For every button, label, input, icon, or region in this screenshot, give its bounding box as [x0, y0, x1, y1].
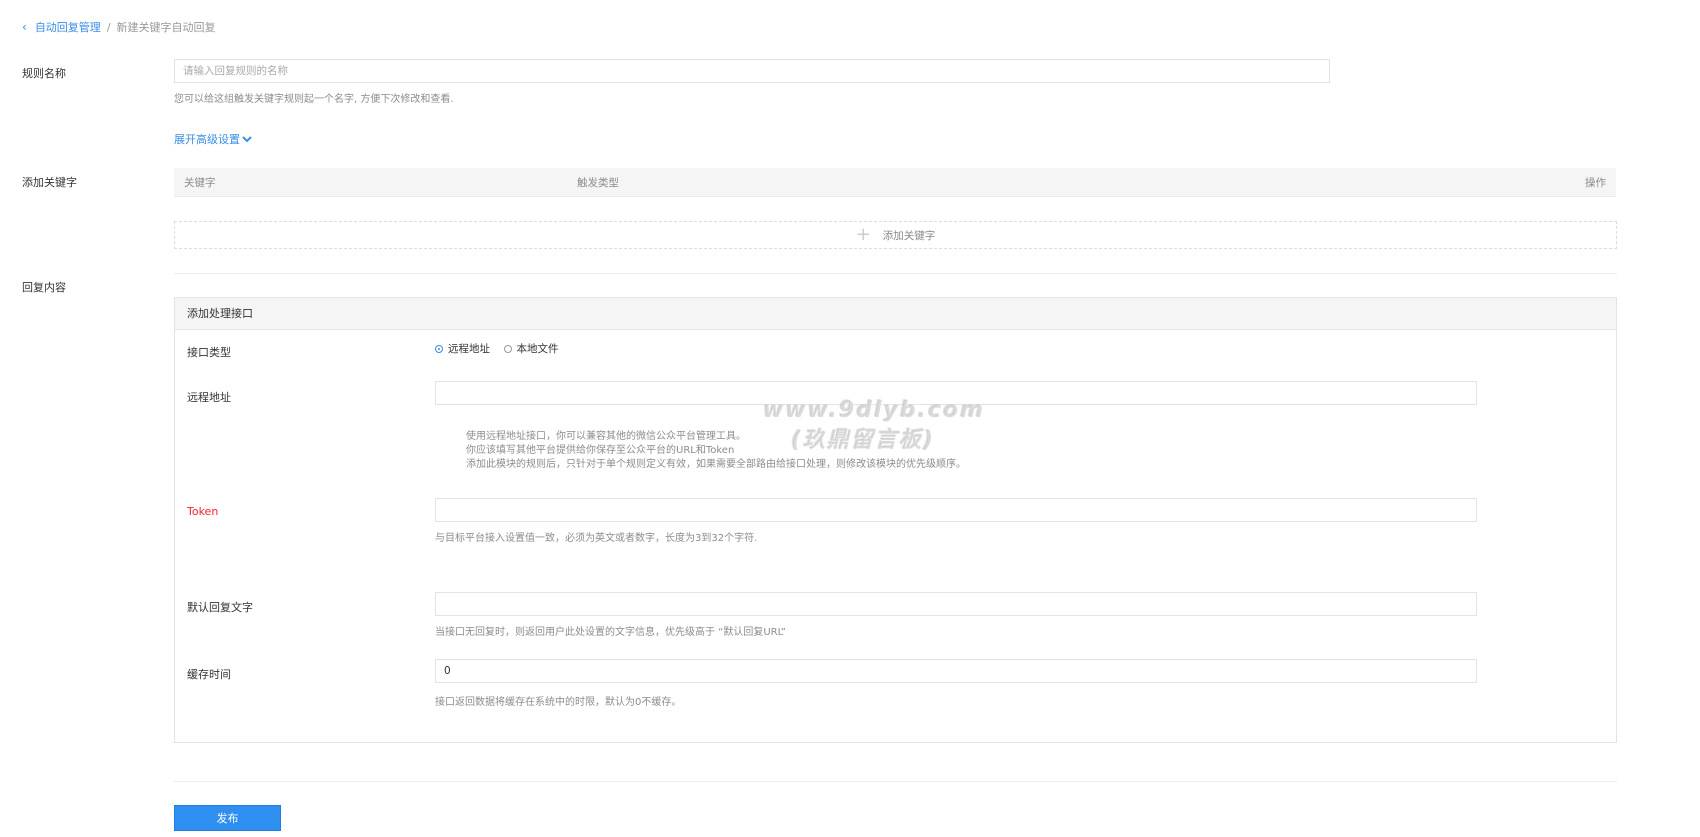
radio-local-label: 本地文件 — [516, 343, 559, 355]
column-keyword: 关键字 — [184, 177, 216, 189]
watermark-line: www.9dlyb.com — [763, 398, 986, 423]
divider — [174, 781, 1617, 782]
token-input[interactable] — [435, 498, 1477, 522]
interface-panel: 添加处理接口 接口类型 远程地址 本地文件 远程地址 使用远程地址接口，你可以兼… — [174, 297, 1617, 743]
keywords-table-header: 关键字 触发类型 操作 — [174, 168, 1616, 197]
keywords-label: 添加关键字 — [22, 176, 77, 189]
radio-unchecked-icon — [503, 344, 512, 353]
radio-checked-icon — [435, 344, 443, 353]
watermark-line: (玖鼎留言板) — [790, 428, 936, 453]
chevron-left-icon[interactable]: ‹ — [22, 20, 27, 34]
default-reply-label: 默认回复文字 — [187, 601, 253, 614]
radio-remote-url[interactable]: 远程地址 — [435, 341, 490, 356]
radio-local-file[interactable]: 本地文件 — [503, 341, 559, 356]
reply-content-label: 回复内容 — [22, 281, 66, 294]
rule-name-label: 规则名称 — [22, 67, 66, 80]
publish-button[interactable]: 发布 — [174, 805, 281, 831]
plus-icon: + — [855, 224, 871, 245]
column-actions: 操作 — [1585, 177, 1606, 189]
add-keyword-button[interactable]: + 添加关键字 — [174, 221, 1617, 249]
cache-time-value: 0 — [444, 665, 451, 677]
rule-name-help: 您可以给这组触发关键字规则起一个名字, 方便下次修改和查看. — [174, 94, 454, 105]
interface-type-radios: 远程地址 本地文件 — [435, 341, 569, 356]
remote-url-label: 远程地址 — [187, 391, 231, 404]
add-keyword-label: 添加关键字 — [882, 229, 936, 242]
rule-name-placeholder: 请输入回复规则的名称 — [183, 65, 288, 77]
rule-name-input[interactable]: 请输入回复规则的名称 — [174, 59, 1330, 83]
breadcrumb: ‹ 自动回复管理 / 新建关键字自动回复 — [22, 19, 216, 35]
remote-url-help-line: 添加此模块的规则后，只针对于单个规则定义有效，如果需要全部路由给接口处理，则修改… — [466, 459, 966, 470]
advanced-settings-toggle[interactable]: 展开高级设置 — [174, 131, 252, 147]
cache-time-label: 缓存时间 — [187, 668, 231, 681]
panel-title: 添加处理接口 — [175, 298, 1616, 330]
advanced-settings-label: 展开高级设置 — [174, 133, 240, 146]
column-trigger-type: 触发类型 — [577, 177, 619, 189]
cache-time-help: 接口返回数据将缓存在系统中的时限，默认为0不缓存。 — [435, 697, 682, 708]
radio-remote-label: 远程地址 — [448, 343, 490, 355]
token-label: Token — [187, 505, 219, 518]
divider — [174, 273, 1617, 274]
default-reply-input[interactable] — [435, 592, 1477, 616]
breadcrumb-parent-link[interactable]: 自动回复管理 — [35, 19, 101, 35]
watermark: www.9dlyb.com (玖鼎留言板) — [763, 396, 986, 456]
chevron-down-icon — [242, 136, 252, 143]
breadcrumb-separator: / — [106, 20, 111, 34]
cache-time-input[interactable]: 0 — [435, 659, 1477, 683]
token-help: 与目标平台接入设置值一致，必须为英文或者数字，长度为3到32个字符. — [435, 533, 758, 544]
breadcrumb-current: 新建关键字自动回复 — [116, 21, 216, 34]
default-reply-help: 当接口无回复时，则返回用户此处设置的文字信息，优先级高于 “默认回复URL” — [435, 627, 786, 638]
interface-type-label: 接口类型 — [187, 346, 231, 359]
